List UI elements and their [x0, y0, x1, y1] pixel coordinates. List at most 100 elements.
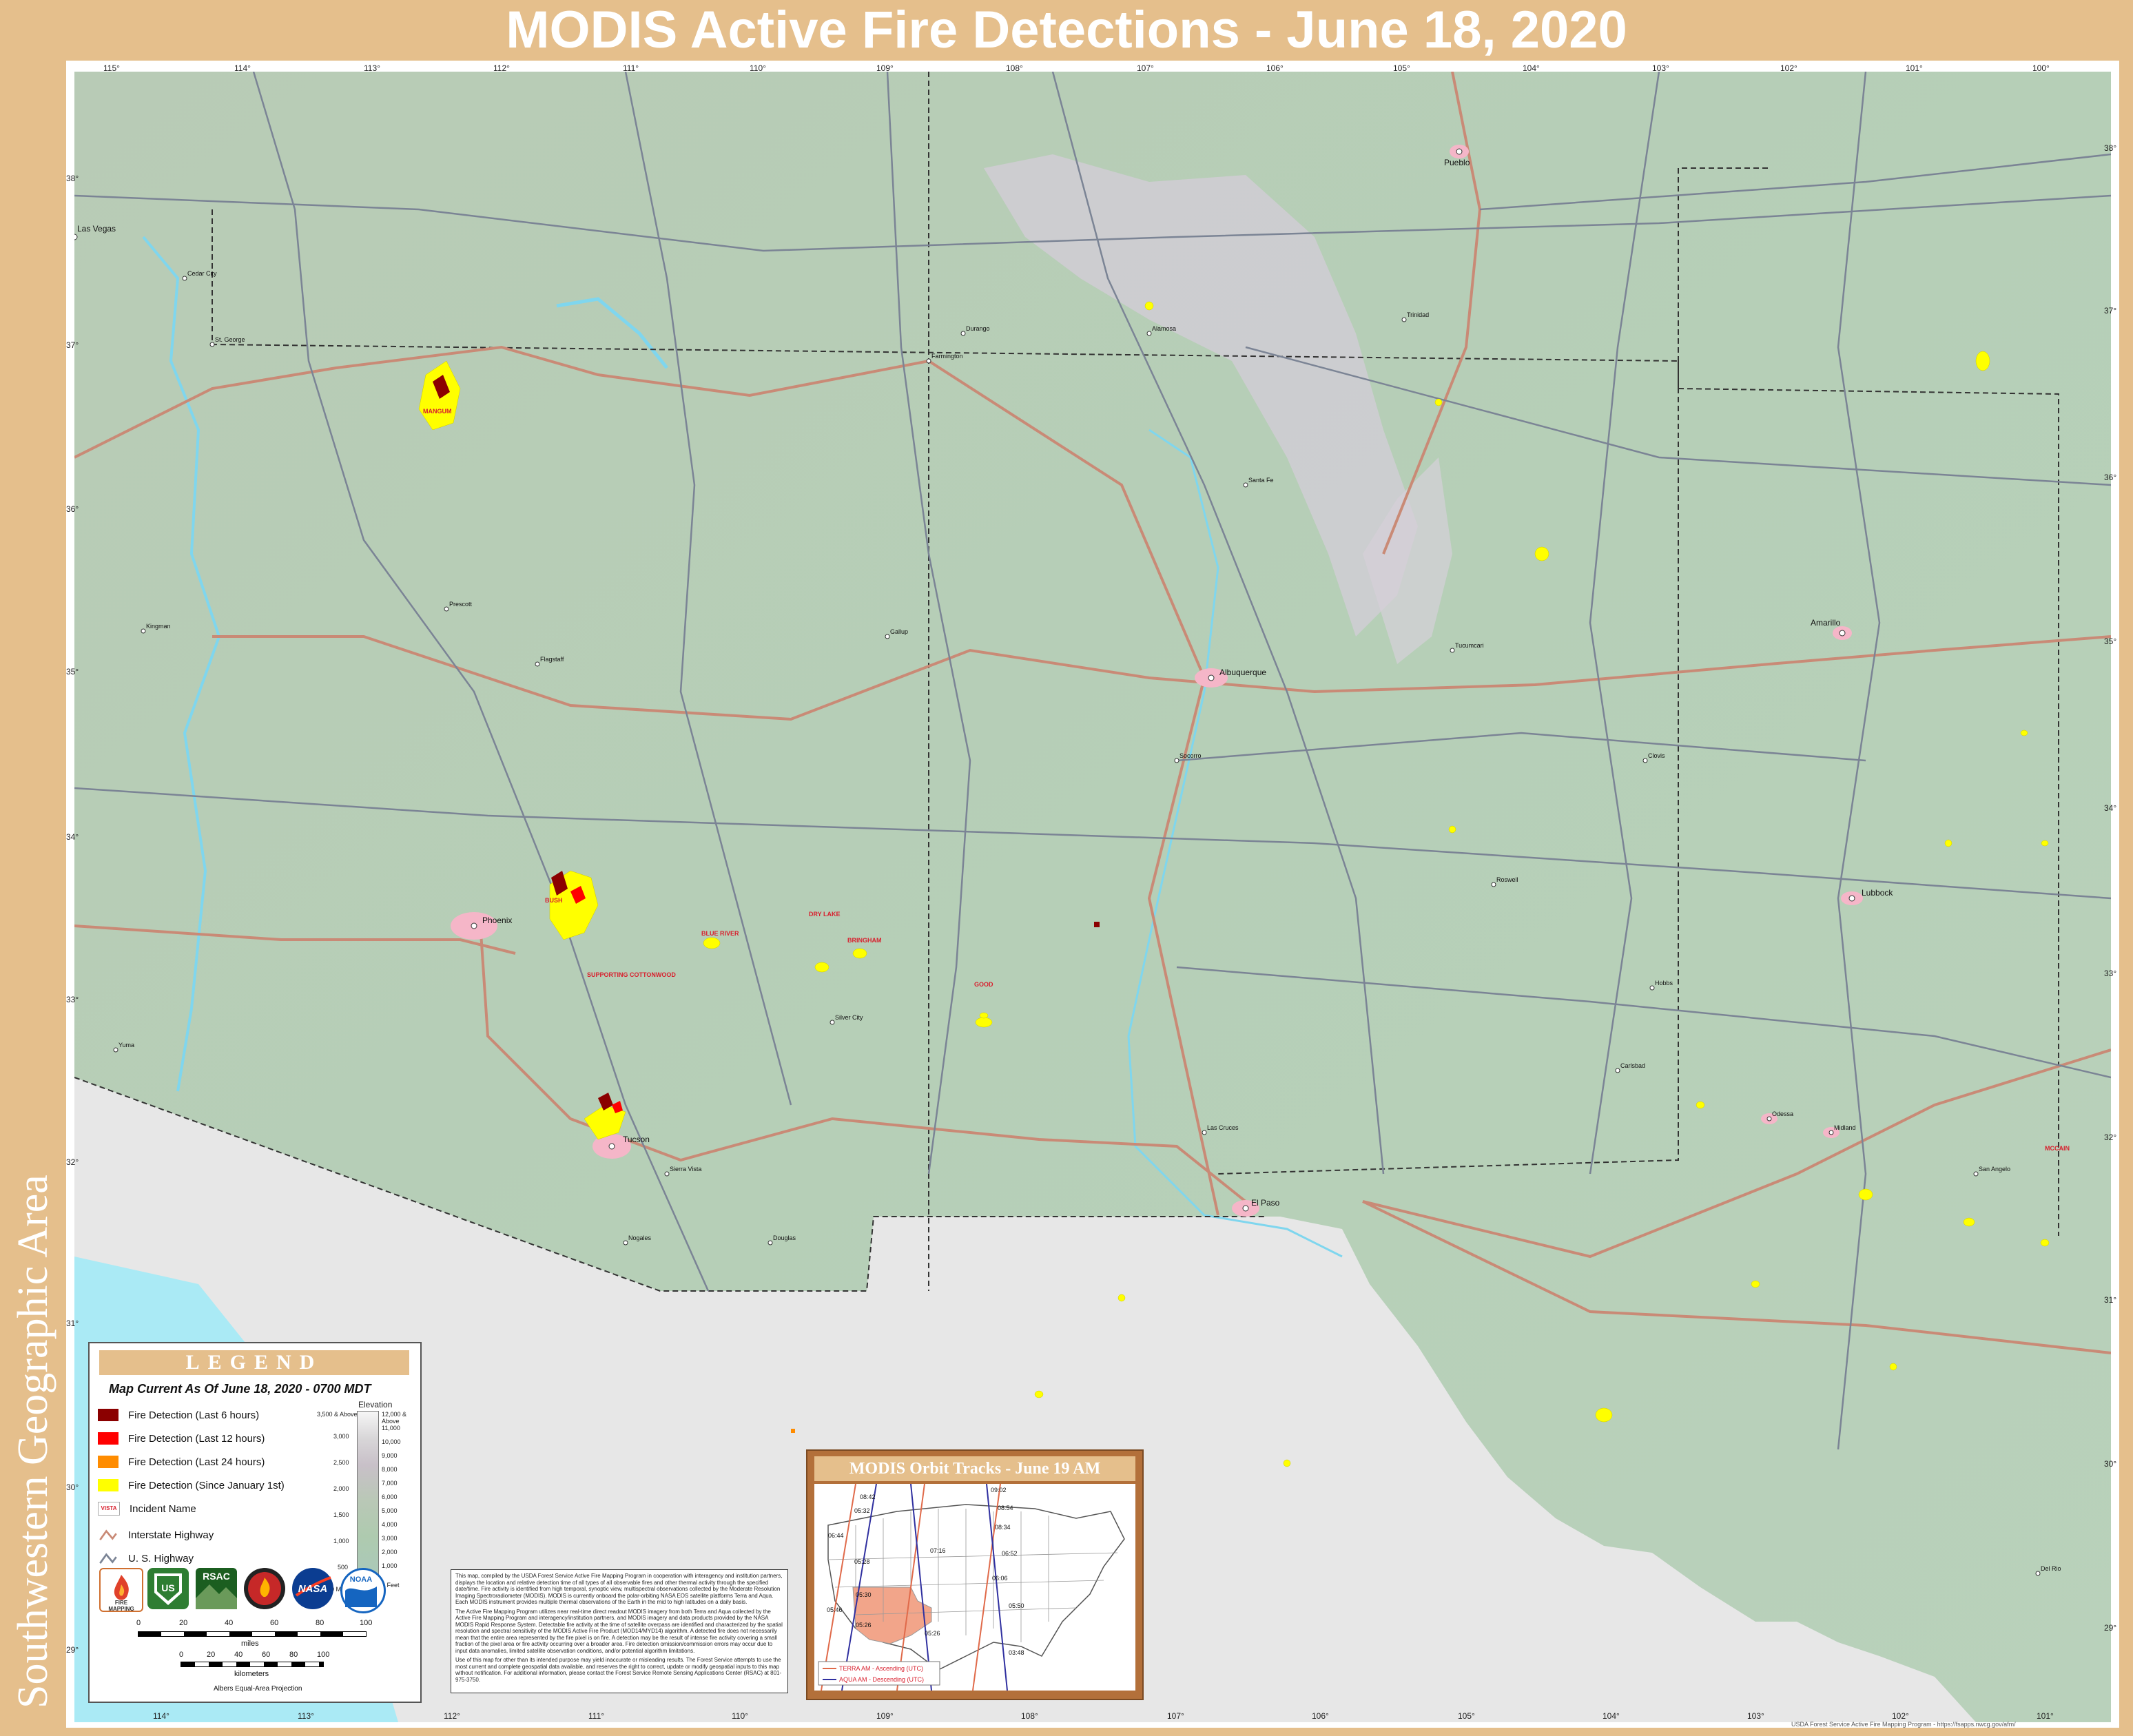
nasa-logo-text: NASA — [298, 1583, 328, 1595]
orbit-time: 05:46 — [827, 1606, 843, 1613]
rsac-logo-text: RSAC — [203, 1571, 230, 1582]
scale-km-tick: 40 — [234, 1651, 243, 1659]
tick-right: 32° — [2104, 1133, 2117, 1142]
tick-right: 38° — [2104, 143, 2117, 153]
tick-bottom: 113° — [298, 1711, 314, 1721]
elevation-foot-label: 12,000 & Above — [382, 1411, 407, 1425]
legend-current-as-of: Map Current As Of June 18, 2020 - 0700 M… — [109, 1382, 371, 1396]
incident-dry-lake: DRY LAKE — [809, 911, 841, 918]
label-phoenix: Phoenix — [482, 916, 512, 925]
scale-km-tick: 0 — [179, 1651, 184, 1659]
tick-top: 113° — [364, 63, 380, 73]
label-nogales: Nogales — [628, 1234, 652, 1241]
disclaimer-paragraph: The Active Fire Mapping Program utilizes… — [455, 1608, 783, 1654]
nwcg-fire-logo-icon — [244, 1568, 285, 1609]
label-st-george: St. George — [215, 336, 245, 343]
label-lubbock: Lubbock — [1862, 888, 1893, 898]
good-fire-area — [975, 1017, 993, 1028]
tick-bottom: 108° — [1021, 1711, 1038, 1721]
rsac-logo: RSAC — [196, 1568, 237, 1609]
scale-km-tick: 80 — [289, 1651, 298, 1659]
incident-name-example: VISTA — [98, 1502, 120, 1516]
label-carlsbad: Carlsbad — [1620, 1062, 1645, 1069]
scale-km-tick: 60 — [262, 1651, 271, 1659]
inset-map: 09:02 08:42 08:54 05:32 06:44 08:34 07:1… — [814, 1483, 1135, 1691]
svg-text:US: US — [161, 1582, 174, 1593]
tick-right: 36° — [2104, 473, 2117, 482]
orbit-time: 03:48 — [1009, 1649, 1024, 1656]
elevation-meter-label: 1,000 — [333, 1538, 349, 1544]
disclaimer-paragraph: This map, compiled by the USDA Forest Se… — [455, 1573, 783, 1605]
elevation-foot-label: 11,000 — [382, 1425, 400, 1432]
orbit-time: 09:02 — [991, 1487, 1007, 1494]
label-las-cruces: Las Cruces — [1207, 1124, 1239, 1131]
tick-top: 110° — [750, 63, 766, 73]
tick-left: 30° — [66, 1482, 79, 1492]
elevation-foot-label: 4,000 — [382, 1521, 398, 1528]
tick-left: 33° — [66, 995, 79, 1004]
tick-bottom: 112° — [444, 1711, 460, 1721]
interstate-symbol-icon — [99, 1529, 117, 1540]
orbit-time: 07:16 — [930, 1547, 946, 1554]
legend-item-label: Fire Detection (Last 6 hours) — [128, 1409, 260, 1421]
scale-mile-tick: 80 — [316, 1619, 324, 1627]
tick-top: 104° — [1523, 63, 1540, 73]
tick-bottom: 104° — [1603, 1711, 1620, 1721]
scale-km-tick: 20 — [207, 1651, 216, 1659]
fire-mapping-logo: FIRE MAPPING — [99, 1568, 143, 1612]
legend-item-fire-12h: Fire Detection (Last 12 hours) — [98, 1430, 265, 1447]
elevation-foot-label: 6,000 — [382, 1494, 398, 1500]
label-flagstaff: Flagstaff — [540, 656, 564, 663]
incident-blue-river: BLUE RIVER — [701, 930, 739, 937]
tick-top: 103° — [1652, 63, 1669, 73]
tick-bottom: 102° — [1892, 1711, 1909, 1721]
tick-left: 34° — [66, 832, 79, 842]
tick-right: 34° — [2104, 803, 2117, 813]
inset-legend-aqua: AQUA AM - Descending (UTC) — [839, 1676, 924, 1683]
elevation-foot-label: 3,000 — [382, 1535, 398, 1542]
label-sierra-vista: Sierra Vista — [670, 1166, 701, 1172]
orbit-time: 05:28 — [854, 1558, 870, 1565]
elevation-meter-label: 3,000 — [333, 1433, 349, 1440]
label-durango: Durango — [966, 325, 990, 332]
noaa-logo: NOAA — [340, 1568, 386, 1613]
label-douglas: Douglas — [773, 1234, 796, 1241]
label-tucumcari: Tucumcari — [1455, 642, 1484, 649]
label-cedar-city: Cedar City — [187, 270, 217, 277]
tick-bottom: 101° — [2037, 1711, 2054, 1721]
legend-item-label: Interstate Highway — [128, 1529, 214, 1541]
legend-item-label: Incident Name — [130, 1502, 196, 1515]
inset-title: MODIS Orbit Tracks - June 19 AM — [814, 1456, 1135, 1481]
legend-item-interstate: Interstate Highway — [98, 1527, 214, 1543]
swatch-fire-since-jan — [98, 1479, 118, 1491]
tick-right: 33° — [2104, 969, 2117, 978]
elevation-meter-label: 3,500 & Above — [317, 1411, 358, 1418]
tick-left: 29° — [66, 1645, 79, 1655]
tick-top: 109° — [876, 63, 894, 73]
label-kingman: Kingman — [146, 623, 171, 630]
tick-bottom: 103° — [1747, 1711, 1764, 1721]
orbit-time: 06:06 — [992, 1575, 1008, 1582]
incident-bringham: BRINGHAM — [847, 937, 882, 944]
label-alamosa: Alamosa — [1152, 325, 1176, 332]
elevation-foot-label: 2,000 — [382, 1549, 398, 1556]
orbit-time: 06:44 — [828, 1532, 844, 1539]
tick-right: 37° — [2104, 306, 2117, 316]
scale-km-label: kilometers — [234, 1670, 269, 1678]
elevation-foot-label: 8,000 — [382, 1466, 398, 1473]
nasa-logo: NASA — [292, 1568, 333, 1609]
scale-miles-label: miles — [241, 1640, 259, 1648]
tick-right: 29° — [2104, 1623, 2117, 1633]
swatch-fire-6h — [98, 1409, 118, 1421]
legend-item-incident: VISTA Incident Name — [98, 1500, 196, 1517]
tick-top: 114° — [234, 63, 251, 73]
tick-top: 107° — [1137, 63, 1154, 73]
tick-top: 106° — [1266, 63, 1284, 73]
elevation-foot-label: 10,000 — [382, 1438, 401, 1445]
tick-top: 115° — [103, 63, 120, 73]
label-pueblo: Pueblo — [1444, 158, 1470, 167]
tick-top: 111° — [623, 63, 639, 73]
elevation-title: Elevation — [358, 1400, 393, 1409]
scale-mile-tick: 0 — [136, 1619, 141, 1627]
legend-item-label: Fire Detection (Last 24 hours) — [128, 1456, 265, 1468]
